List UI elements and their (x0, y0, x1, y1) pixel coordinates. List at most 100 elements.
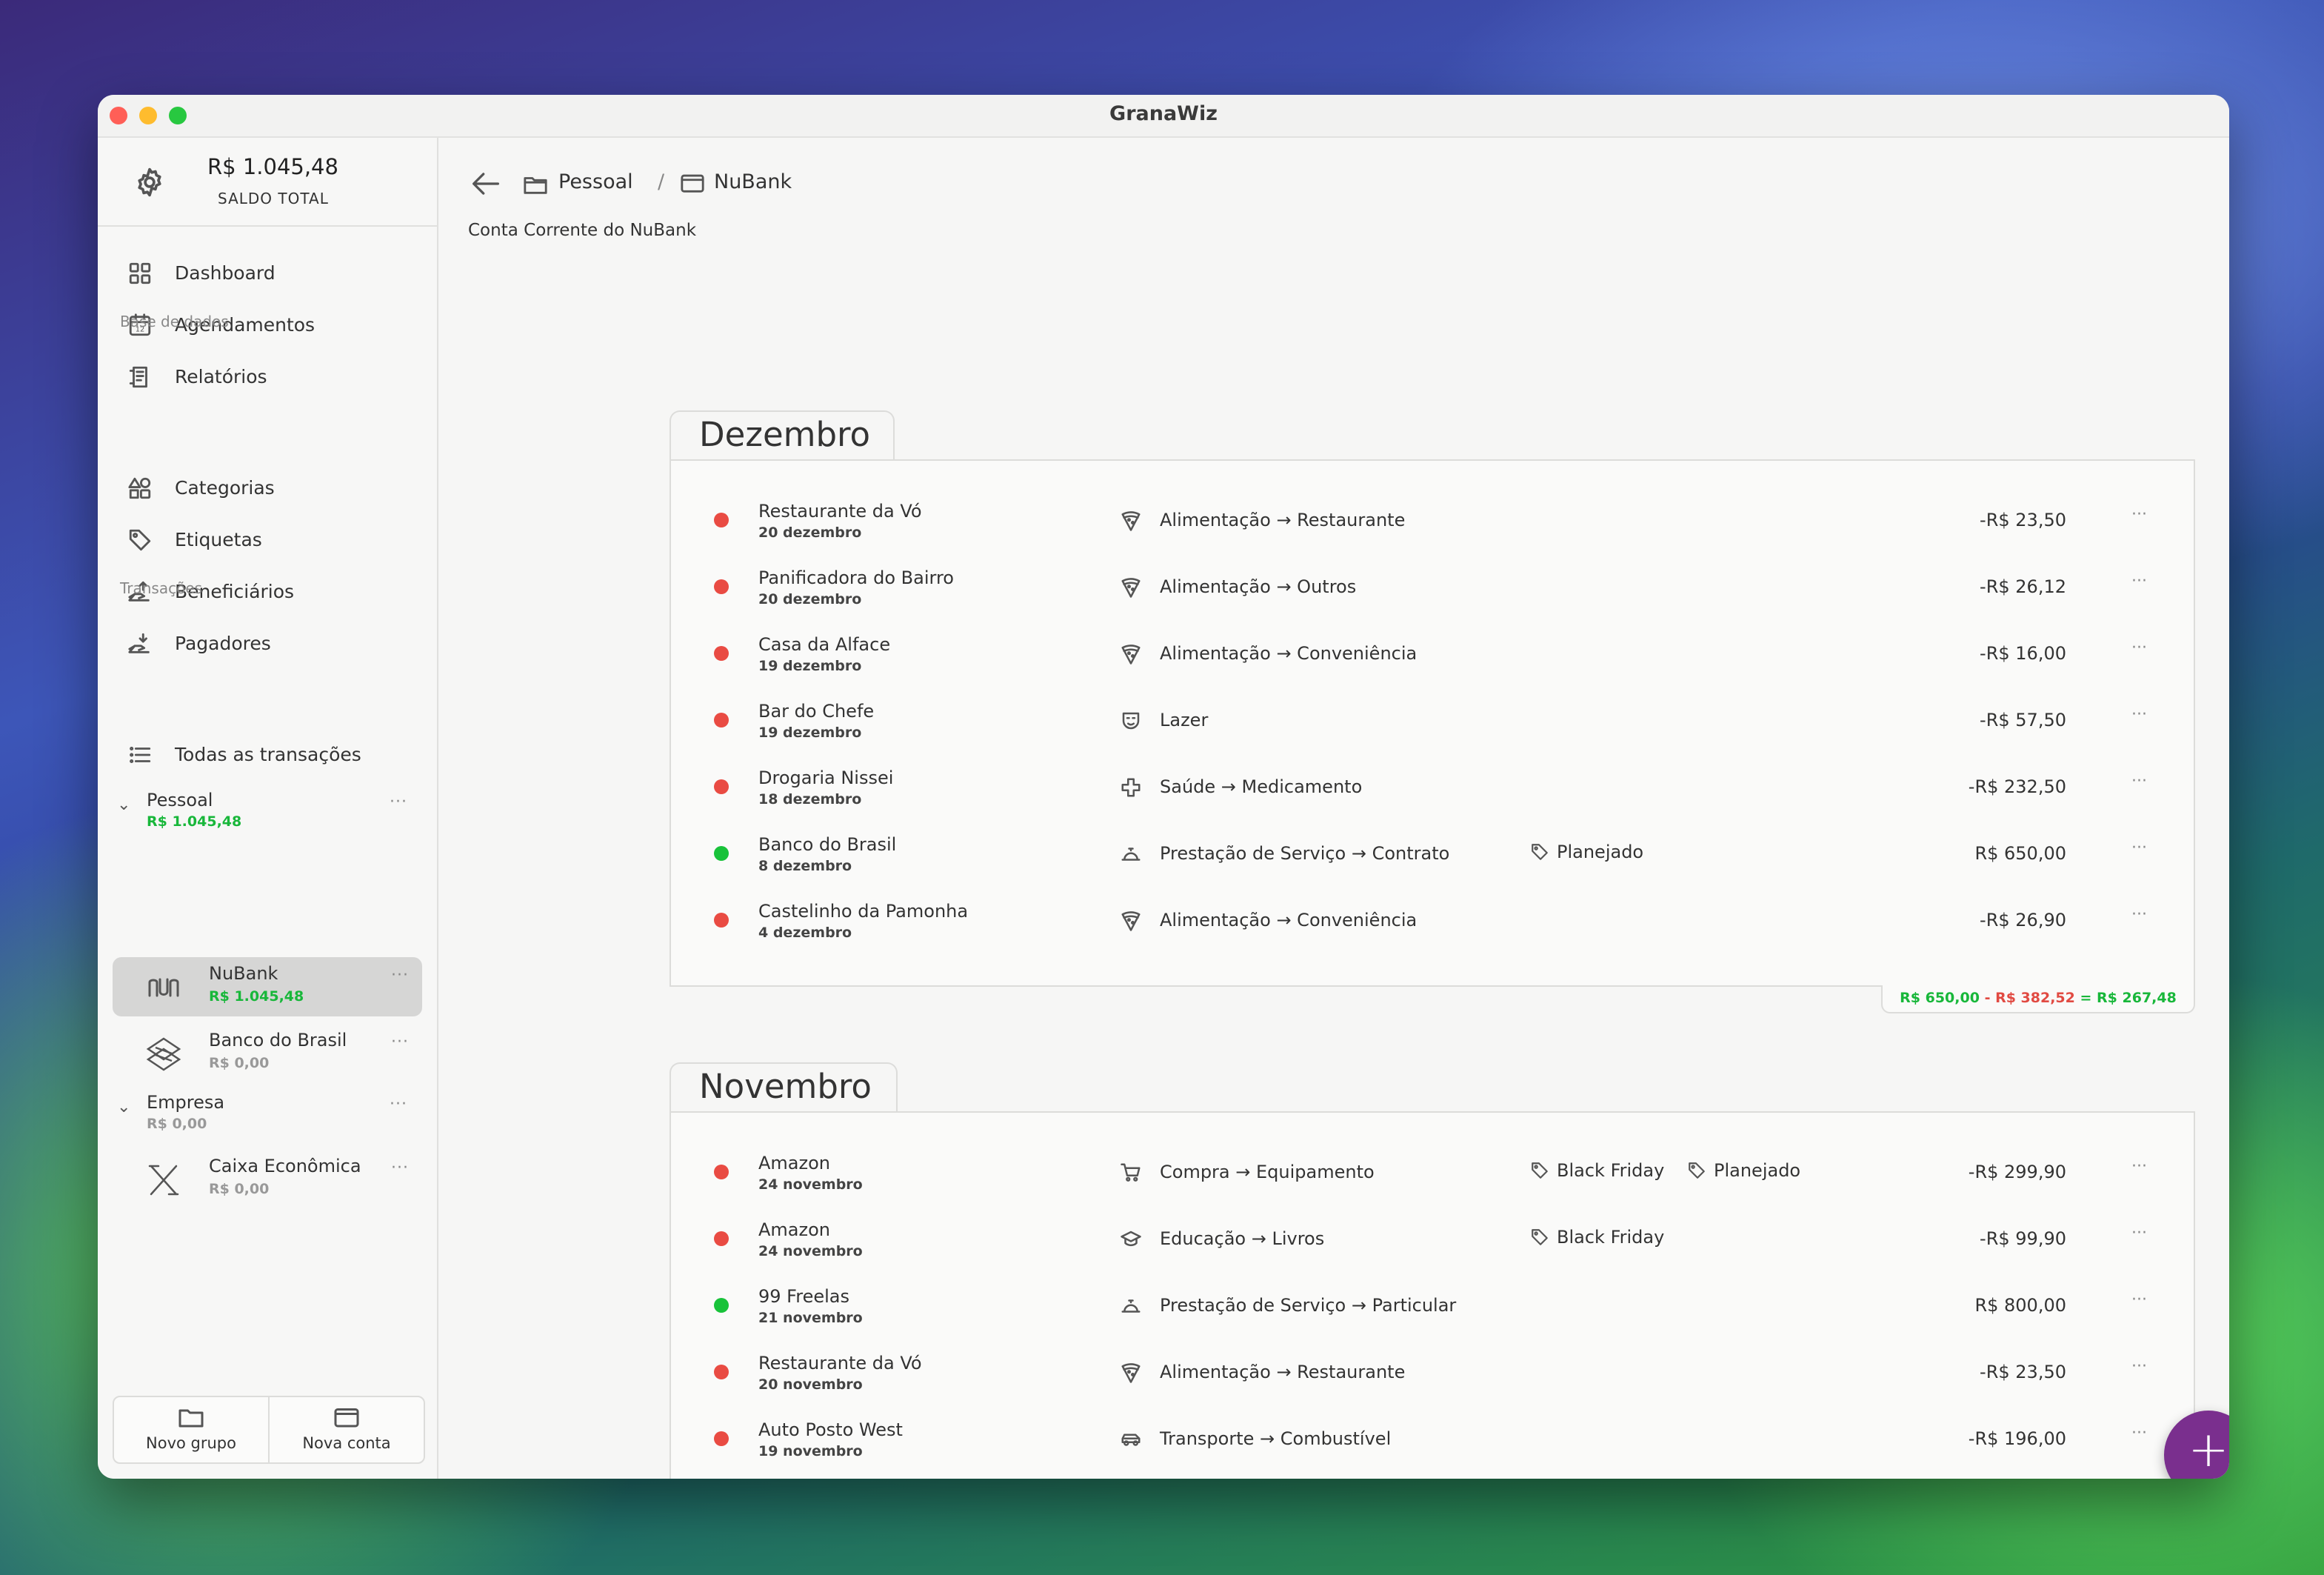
month-title: Dezembro (699, 415, 871, 454)
transaction-tag[interactable]: Black Friday (1530, 1160, 1664, 1181)
pizza-icon (1121, 511, 1141, 531)
transaction-row[interactable]: Auto Posto West 19 novembro Transporte → C… (671, 1406, 2194, 1473)
transaction-more-button[interactable]: ··· (2131, 1424, 2147, 1442)
transaction-date: 8 dezembro (758, 858, 852, 874)
transaction-more-button[interactable]: ··· (2131, 839, 2147, 857)
new-group-label: Novo grupo (146, 1434, 236, 1452)
nav-relatorios[interactable]: Relatórios (98, 356, 437, 397)
tag-label: Planejado (1714, 1160, 1801, 1181)
nav-categorias[interactable]: Categorias (98, 467, 437, 508)
sidebar-header: R$ 1.045,48 SALDO TOTAL (98, 138, 437, 227)
status-dot (714, 513, 729, 527)
transaction-row[interactable]: 99 Freelas 21 novembro Prestação de Serviç… (671, 1273, 2194, 1339)
transaction-row[interactable]: Restaurante da Vó 20 novembro Alimentação … (671, 1339, 2194, 1406)
tag-icon (1689, 1162, 1705, 1179)
transaction-more-button[interactable]: ··· (2131, 505, 2147, 524)
transaction-category: Prestação de Serviço → Particular (1160, 1295, 1457, 1316)
nav-label: Etiquetas (175, 529, 262, 550)
month-title: Novembro (699, 1067, 872, 1106)
group-more-button[interactable]: ··· (390, 793, 407, 811)
transaction-row[interactable]: Ana Paula da Costa8 novembroPrestação de… (671, 1473, 2194, 1479)
status-dot (714, 1165, 729, 1179)
transaction-more-button[interactable]: ··· (2131, 1291, 2147, 1309)
group-pessoal[interactable]: ⌄ Pessoal R$ 1.045,48 ··· (98, 788, 437, 839)
chevron-down-icon[interactable]: ⌄ (117, 1098, 130, 1116)
transaction-row[interactable]: Bar do Chefe 19 dezembro Lazer -R$ 57,50 ··· (671, 687, 2194, 754)
transaction-category: Alimentação → Conveniência (1160, 910, 1418, 930)
nubank-logo (148, 978, 179, 997)
main-content: Pessoal / NuBank Conta Corrente do NuBan… (438, 138, 2229, 1479)
transaction-row[interactable]: Castelinho da Pamonha 4 dezembro Alimentaç… (671, 888, 2194, 954)
transaction-amount: -R$ 299,90 (1968, 1162, 2066, 1182)
transaction-more-button[interactable]: ··· (2131, 1157, 2147, 1176)
transaction-more-button[interactable]: ··· (2131, 1357, 2147, 1376)
back-arrow-icon[interactable] (471, 170, 501, 197)
transaction-category: Alimentação → Restaurante (1160, 510, 1406, 530)
sidebar-actions: Novo grupo Nova conta (113, 1396, 425, 1464)
status-dot (714, 713, 729, 727)
group-amount: R$ 0,00 (147, 1116, 207, 1132)
transaction-more-button[interactable]: ··· (2131, 639, 2147, 657)
transaction-tag[interactable]: Planejado (1687, 1160, 1800, 1181)
account-banco-do-brasil[interactable]: Banco do Brasil R$ 0,00 ··· (113, 1024, 422, 1083)
account-nubank[interactable]: NuBank R$ 1.045,48 ··· (113, 957, 422, 1016)
group-more-button[interactable]: ··· (390, 1095, 407, 1113)
transaction-more-button[interactable]: ··· (2131, 705, 2147, 724)
transaction-category: Prestação de Serviço → Contrato (1160, 843, 1450, 864)
account-more-button[interactable]: ··· (391, 966, 409, 985)
transaction-amount: -R$ 57,50 (1980, 710, 2066, 730)
transaction-row[interactable]: Drogaria Nissei 18 dezembro Saúde → Medica… (671, 754, 2194, 821)
new-account-button[interactable]: Nova conta (270, 1397, 424, 1462)
breadcrumb-group[interactable]: Pessoal (558, 170, 633, 193)
nav-todas-transacoes[interactable]: Todas as transações (98, 733, 437, 775)
gear-icon[interactable] (133, 166, 166, 199)
transaction-amount: -R$ 26,90 (1980, 910, 2066, 930)
account-caixa[interactable]: Caixa Econômica R$ 0,00 ··· (113, 1150, 422, 1209)
account-more-button[interactable]: ··· (391, 1033, 409, 1051)
nav-dashboard[interactable]: Dashboard (98, 252, 437, 293)
bell-icon (1121, 1299, 1141, 1313)
status-dot (714, 1231, 729, 1246)
window-title: GranaWiz (1109, 102, 1218, 125)
transaction-category: Alimentação → Outros (1160, 576, 1357, 597)
transaction-more-button[interactable]: ··· (2131, 572, 2147, 590)
transaction-more-button[interactable]: ··· (2131, 1224, 2147, 1242)
transaction-row[interactable]: Casa da Alface 19 dezembro Alimentação → C… (671, 621, 2194, 687)
transaction-date: 24 novembro (758, 1243, 863, 1259)
transaction-amount: -R$ 16,00 (1980, 643, 2066, 664)
new-group-button[interactable]: Novo grupo (114, 1397, 270, 1462)
hand-down-icon (128, 633, 150, 653)
group-amount: R$ 1.045,48 (147, 813, 242, 830)
plus-icon: + (2188, 1421, 2229, 1478)
nav-etiquetas[interactable]: Etiquetas (98, 519, 437, 560)
transaction-amount: -R$ 99,90 (1980, 1228, 2066, 1249)
transaction-name: Amazon (758, 1153, 830, 1173)
transaction-name: Auto Posto West (758, 1419, 903, 1440)
transaction-date: 18 dezembro (758, 791, 862, 808)
transaction-tag[interactable]: Black Friday (1530, 1227, 1664, 1248)
grid-icon (129, 262, 151, 284)
status-dot (714, 579, 729, 594)
cart-icon (1121, 1163, 1141, 1182)
transaction-amount: -R$ 23,50 (1980, 510, 2066, 530)
transaction-row[interactable]: Amazon 24 novembro Compra → Equipamento Bla… (671, 1139, 2194, 1206)
transaction-row[interactable]: Amazon 24 novembro Educação → Livros Black … (671, 1206, 2194, 1273)
transaction-row[interactable]: Banco do Brasil 8 dezembro Prestação de Se… (671, 821, 2194, 888)
transaction-amount: R$ 800,00 (1974, 1295, 2066, 1316)
account-more-button[interactable]: ··· (391, 1159, 409, 1177)
transaction-tag[interactable]: Planejado (1530, 842, 1643, 862)
transaction-name: Restaurante da Vó (758, 501, 922, 522)
transaction-row[interactable]: Restaurante da Vó 20 dezembro Alimentação … (671, 487, 2194, 554)
transaction-row[interactable]: Panificadora do Bairro 20 dezembro Aliment… (671, 554, 2194, 621)
transaction-category: Lazer (1160, 710, 1209, 730)
transaction-more-button[interactable]: ··· (2131, 905, 2147, 924)
add-transaction-button[interactable]: + (2164, 1411, 2229, 1479)
summary-equals: = (2080, 990, 2092, 1006)
transaction-more-button[interactable]: ··· (2131, 772, 2147, 790)
chevron-down-icon[interactable]: ⌄ (117, 796, 130, 814)
transaction-name: Castelinho da Pamonha (758, 901, 969, 922)
nav-pagadores[interactable]: Pagadores (98, 622, 437, 664)
nav-label: Relatórios (175, 366, 267, 387)
group-empresa[interactable]: ⌄ Empresa R$ 0,00 ··· (98, 1090, 437, 1141)
account-description: Conta Corrente do NuBank (468, 221, 697, 240)
